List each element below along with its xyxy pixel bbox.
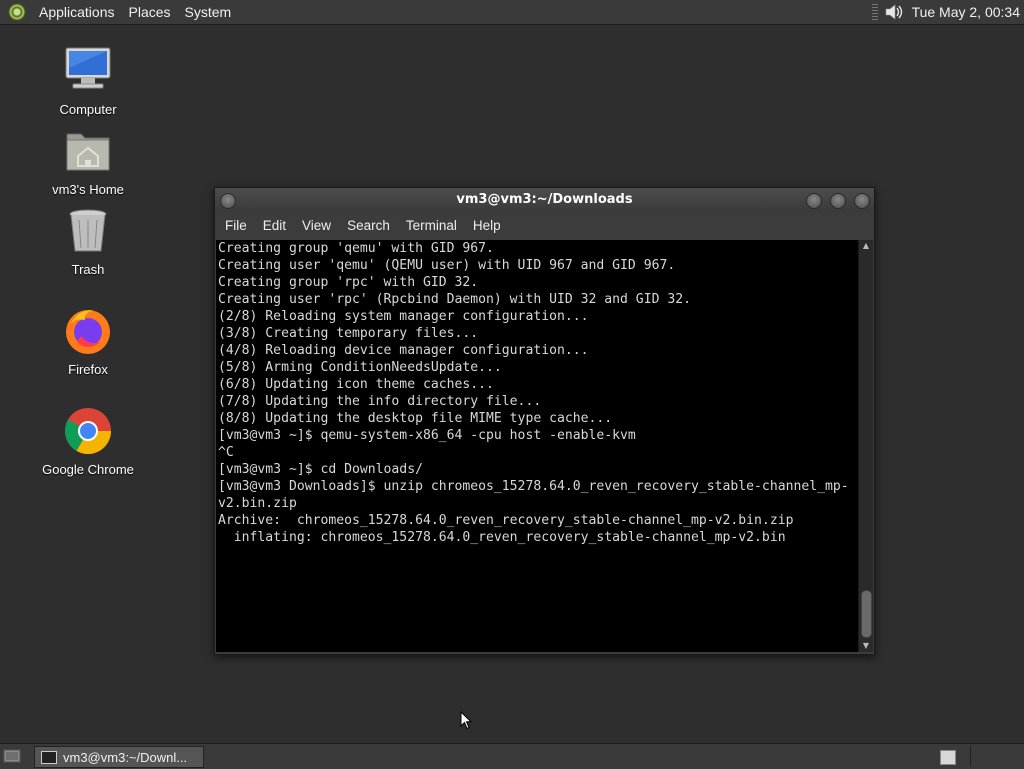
- terminal-line: [vm3@vm3 ~]$ cd Downloads/: [218, 462, 423, 477]
- terminal-line: (6/8) Updating icon theme caches...: [218, 377, 494, 392]
- firefox-icon: [66, 310, 110, 354]
- terminal-line: Archive: chromeos_15278.64.0_reven_recov…: [218, 513, 794, 528]
- desktop-icon-firefox[interactable]: Firefox: [33, 306, 143, 377]
- terminal-line: inflating: chromeos_15278.64.0_reven_rec…: [218, 530, 786, 545]
- terminal-line: [vm3@vm3 Downloads]$ unzip chromeos_1527…: [218, 479, 849, 494]
- desktop-icon-label: Computer: [59, 102, 117, 117]
- scrollbar-thumb[interactable]: [861, 590, 872, 638]
- minimize-button[interactable]: [806, 193, 822, 209]
- terminal-line: Creating user 'rpc' (Rpcbind Daemon) wit…: [218, 292, 691, 307]
- scroll-down-arrow-icon[interactable]: ▼: [859, 640, 873, 652]
- trash-icon: [69, 209, 107, 252]
- menu-terminal[interactable]: Terminal: [398, 218, 465, 233]
- desktop-icon-label: Google Chrome: [42, 462, 134, 477]
- taskbar-terminal-button[interactable]: vm3@vm3:~/Downl...: [34, 746, 204, 768]
- window-titlebar[interactable]: vm3@vm3:~/Downloads: [215, 188, 874, 212]
- terminal-line: v2.bin.zip: [218, 496, 297, 511]
- close-button[interactable]: [854, 193, 870, 209]
- terminal-line: [vm3@vm3 ~]$ qemu-system-x86_64 -cpu hos…: [218, 428, 636, 443]
- panel-handle-icon[interactable]: [871, 4, 878, 20]
- mouse-pointer-icon: [460, 711, 472, 730]
- terminal-window[interactable]: vm3@vm3:~/Downloads File Edit View Searc…: [214, 187, 875, 655]
- panel-tray: Tue May 2, 00:34: [871, 0, 1024, 24]
- chrome-icon: [65, 408, 111, 454]
- terminal-menubar: File Edit View Search Terminal Help: [215, 212, 874, 238]
- window-menu-button[interactable]: [220, 193, 236, 209]
- scroll-up-arrow-icon[interactable]: ▲: [859, 240, 873, 252]
- taskbar-label: vm3@vm3:~/Downl...: [63, 749, 188, 765]
- desktop-icon-trash[interactable]: Trash: [33, 206, 143, 277]
- places-menu[interactable]: Places: [122, 0, 178, 24]
- terminal-line: Creating group 'qemu' with GID 967.: [218, 241, 494, 256]
- menu-view[interactable]: View: [294, 218, 339, 233]
- maximize-button[interactable]: [830, 193, 846, 209]
- workspace-switcher[interactable]: [940, 750, 956, 765]
- desktop-icon-chrome[interactable]: Google Chrome: [33, 406, 143, 477]
- desktop-icon-label: Trash: [71, 262, 105, 277]
- show-desktop-icon[interactable]: [3, 748, 21, 764]
- computer-icon: [65, 47, 111, 89]
- home-folder-icon: [66, 133, 110, 171]
- terminal-line: (2/8) Reloading system manager configura…: [218, 309, 589, 324]
- terminal-line: (8/8) Updating the desktop file MIME typ…: [218, 411, 613, 426]
- distro-logo-icon[interactable]: [8, 3, 26, 21]
- terminal-line: Creating group 'rpc' with GID 32.: [218, 275, 479, 290]
- system-menu[interactable]: System: [178, 0, 239, 24]
- menu-file[interactable]: File: [217, 218, 255, 233]
- terminal-line: Creating user 'qemu' (QEMU user) with UI…: [218, 258, 676, 273]
- terminal-line: ^C: [218, 445, 234, 460]
- desktop-icon-computer[interactable]: Computer: [33, 46, 143, 117]
- desktop-icon-label: Firefox: [68, 362, 108, 377]
- terminal-line: (5/8) Arming ConditionNeedsUpdate...: [218, 360, 502, 375]
- terminal-line: (3/8) Creating temporary files...: [218, 326, 479, 341]
- desktop-icon-home[interactable]: vm3's Home: [33, 126, 143, 197]
- applications-menu[interactable]: Applications: [32, 0, 122, 24]
- terminal-icon: [41, 750, 57, 764]
- bottom-panel: vm3@vm3:~/Downl...: [0, 743, 1024, 769]
- volume-icon[interactable]: [884, 2, 904, 22]
- terminal-line: (4/8) Reloading device manager configura…: [218, 343, 589, 358]
- menu-help[interactable]: Help: [465, 218, 509, 233]
- desktop-icon-label: vm3's Home: [52, 182, 124, 197]
- terminal-line: (7/8) Updating the info directory file..…: [218, 394, 542, 409]
- terminal-scrollbar[interactable]: ▲ ▼: [858, 240, 873, 652]
- window-title: vm3@vm3:~/Downloads: [456, 192, 633, 207]
- top-panel: Applications Places System Tue May 2, 00…: [0, 0, 1024, 25]
- clock[interactable]: Tue May 2, 00:34: [912, 4, 1024, 20]
- terminal-output[interactable]: Creating group 'qemu' with GID 967. Crea…: [216, 240, 858, 652]
- menu-edit[interactable]: Edit: [255, 218, 294, 233]
- menu-search[interactable]: Search: [339, 218, 398, 233]
- panel-separator: [970, 746, 971, 766]
